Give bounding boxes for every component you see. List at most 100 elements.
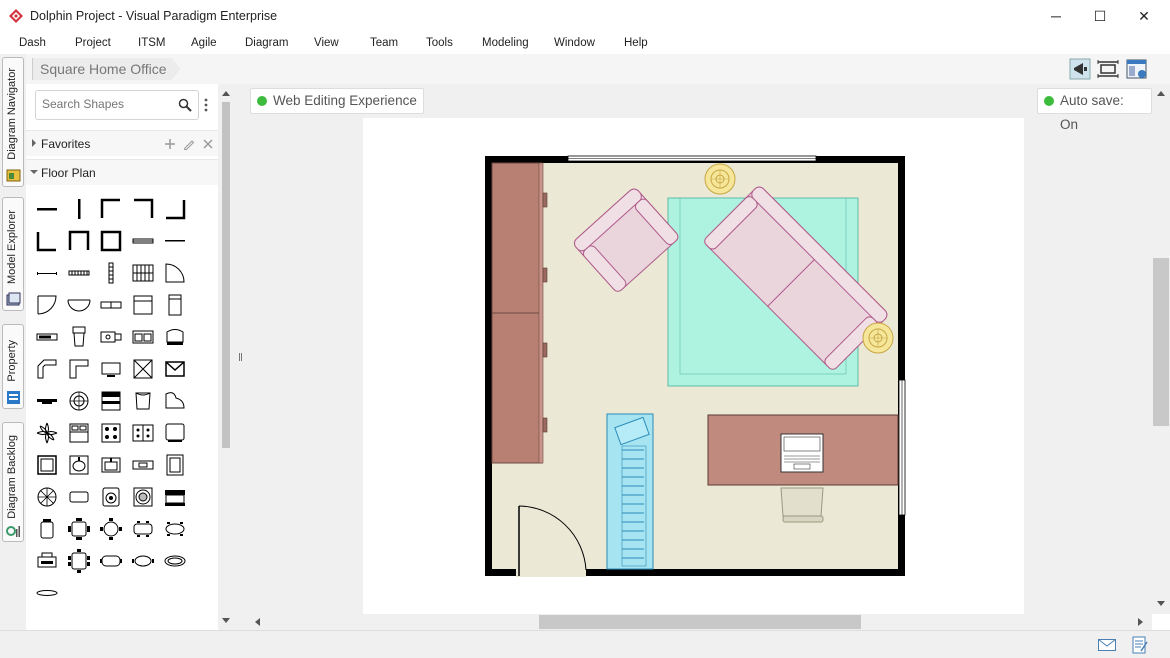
layout-panel-icon[interactable] [1126, 58, 1148, 80]
scroll-up-icon[interactable] [222, 90, 230, 96]
wardrobe-icon[interactable] [162, 452, 188, 478]
announcement-icon[interactable] [1069, 58, 1091, 80]
railing-icon[interactable] [66, 260, 92, 286]
scroll-down-icon[interactable] [222, 618, 230, 624]
shelf-icon[interactable] [34, 388, 60, 414]
wall-vertical-icon[interactable] [66, 196, 92, 222]
stairs-icon[interactable] [130, 260, 156, 286]
door-left-icon[interactable] [34, 292, 60, 318]
rect-table-icon[interactable] [66, 484, 92, 510]
cabinet-icon[interactable] [130, 292, 156, 318]
close-button[interactable]: ✕ [1121, 4, 1167, 28]
crate-icon[interactable] [130, 356, 156, 382]
counter-icon[interactable] [34, 324, 60, 350]
fit-diagram-icon[interactable] [1097, 58, 1119, 80]
shape-panel-scroll-thumb[interactable] [222, 102, 230, 448]
dryer-icon[interactable] [130, 484, 156, 510]
sink-icon[interactable] [98, 452, 124, 478]
canvas-scroll-down-icon[interactable] [1157, 601, 1165, 607]
small-sink-icon[interactable] [130, 452, 156, 478]
menu-itsm[interactable]: ITSM [138, 37, 165, 49]
chair-icon[interactable] [34, 516, 60, 542]
side-table-lamp-2[interactable] [862, 322, 894, 354]
tab-model-explorer[interactable]: Model Explorer [2, 197, 24, 311]
l-counter-icon[interactable] [34, 356, 60, 382]
notes-icon[interactable] [1132, 636, 1148, 654]
wall-horizontal-icon[interactable] [34, 196, 60, 222]
menu-view[interactable]: View [314, 37, 339, 49]
plant-icon[interactable] [34, 420, 60, 446]
vertical-railing-icon[interactable] [98, 260, 124, 286]
maximize-button[interactable]: ☐ [1077, 4, 1123, 28]
side-table-lamp-1[interactable] [704, 163, 736, 195]
piano-icon[interactable] [162, 324, 188, 350]
printer-icon[interactable] [34, 548, 60, 574]
grand-piano-icon[interactable] [162, 388, 188, 414]
menu-help[interactable]: Help [624, 37, 648, 49]
ceiling-fan-icon[interactable] [66, 388, 92, 414]
scroll-right-icon[interactable] [1138, 618, 1144, 626]
bed-icon[interactable] [66, 420, 92, 446]
envelope-box-icon[interactable] [162, 356, 188, 382]
range-icon[interactable] [98, 324, 124, 350]
more-options-icon[interactable] [204, 98, 208, 112]
l-desk-icon[interactable] [66, 356, 92, 382]
sofa-icon[interactable] [162, 484, 188, 510]
menu-dash[interactable]: Dash [19, 37, 46, 49]
washer-icon[interactable] [98, 484, 124, 510]
floor-plan-section-header[interactable]: Floor Plan [26, 159, 218, 185]
canvas-horizontal-scroll-thumb[interactable] [539, 615, 861, 629]
oval-table-icon[interactable] [162, 516, 188, 542]
toilet-icon[interactable] [66, 324, 92, 350]
tv-icon[interactable] [98, 356, 124, 382]
tub-icon[interactable] [130, 388, 156, 414]
monitor-icon[interactable] [162, 420, 188, 446]
wall-corner-top-right-icon[interactable] [130, 196, 156, 222]
long-table-icon[interactable] [98, 548, 124, 574]
menu-agile[interactable]: Agile [191, 37, 217, 49]
tab-property[interactable]: Property [2, 324, 24, 409]
menu-window[interactable]: Window [554, 37, 595, 49]
divider-icon[interactable] [34, 260, 60, 286]
menu-tools[interactable]: Tools [426, 37, 453, 49]
favorites-section-header[interactable]: Favorites [26, 130, 218, 156]
minimize-button[interactable]: ─ [1033, 4, 1079, 28]
window-icon[interactable] [130, 228, 156, 254]
table-four-chairs-icon[interactable] [66, 516, 92, 542]
wall-corner-bottom-right-icon[interactable] [162, 196, 188, 222]
autosave-badge[interactable]: Auto save: On [1037, 88, 1152, 132]
laptop[interactable] [780, 433, 824, 473]
cooktop-icon[interactable] [98, 420, 124, 446]
breadcrumb[interactable]: Square Home Office [32, 58, 181, 80]
tab-diagram-backlog[interactable]: Diagram Backlog [2, 422, 24, 542]
tab-diagram-navigator[interactable]: Diagram Navigator [2, 57, 24, 187]
canvas-vertical-scroll-thumb[interactable] [1153, 258, 1169, 426]
table-six-chairs-icon[interactable] [66, 548, 92, 574]
sliding-door-icon[interactable] [98, 292, 124, 318]
dining-table-icon[interactable] [130, 516, 156, 542]
wide-cooktop-icon[interactable] [130, 420, 156, 446]
search-input[interactable] [42, 97, 172, 111]
shower-icon[interactable] [34, 452, 60, 478]
menu-team[interactable]: Team [370, 37, 398, 49]
panel-splitter[interactable] [234, 84, 248, 630]
round-table-icon[interactable] [34, 484, 60, 510]
bunk-bed-icon[interactable] [98, 388, 124, 414]
conference-table-icon[interactable] [130, 548, 156, 574]
wall-u-shape-icon[interactable] [66, 228, 92, 254]
add-icon[interactable] [163, 137, 177, 151]
thin-wall-icon[interactable] [162, 228, 188, 254]
canvas-vertical-scrollbar[interactable] [1152, 84, 1170, 614]
web-editing-badge[interactable]: Web Editing Experience [250, 88, 424, 114]
bookshelf[interactable] [606, 413, 654, 570]
menu-modeling[interactable]: Modeling [482, 37, 529, 49]
rug-oval-icon[interactable] [34, 580, 60, 606]
room-icon[interactable] [98, 228, 124, 254]
edit-icon[interactable] [182, 137, 196, 151]
wall-cabinets[interactable] [491, 162, 548, 464]
diagram-canvas[interactable]: Web Editing Experience Auto save: On [248, 84, 1152, 614]
round-table-chairs-icon[interactable] [98, 516, 124, 542]
desk-chair[interactable] [780, 487, 824, 523]
mail-icon[interactable] [1098, 639, 1116, 651]
search-icon[interactable] [178, 98, 192, 112]
